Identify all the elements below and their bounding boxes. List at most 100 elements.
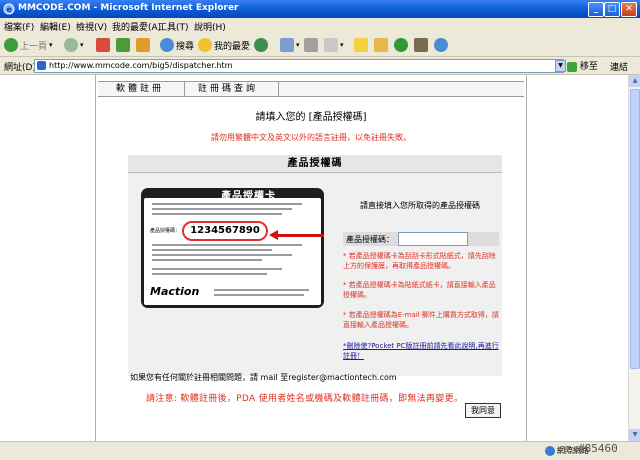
messenger-icon (434, 38, 448, 52)
maction-logo: Maction (150, 285, 200, 298)
language-warning: 請勿用繁體中文及英文以外的語言註冊，以免註冊失敗。 (211, 133, 411, 142)
back-arrow-icon (4, 38, 18, 52)
scroll-up-icon[interactable]: ▲ (629, 75, 640, 87)
menu-file[interactable]: 檔案(F) (4, 20, 34, 33)
window-title: MMCODE.COM - Microsoft Internet Explorer (18, 3, 239, 13)
stop-button[interactable] (96, 37, 110, 53)
card-text-line (152, 268, 282, 270)
maximize-button[interactable]: □ (604, 2, 620, 17)
tab-bar: 軟體註冊 註冊碼查詢 (98, 81, 524, 97)
research-button[interactable] (414, 37, 428, 53)
go-button[interactable]: 移至 (567, 59, 598, 72)
refresh-icon (116, 38, 130, 52)
back-button[interactable]: 上一頁 ▾ (4, 37, 53, 53)
watermark: #85460 (578, 442, 618, 455)
panel-title: 產品授權碼 (128, 155, 502, 173)
tab-code-lookup[interactable]: 註冊碼查詢 (198, 82, 258, 96)
code-label: 產品授權碼： (346, 235, 394, 244)
home-icon (136, 38, 150, 52)
note-sticker-card: * 若產品授權碼卡為貼紙式紙卡，請直接輸入產品授權碼。 (343, 281, 496, 299)
card-text-line (152, 273, 267, 275)
close-button[interactable]: ✕ (621, 2, 637, 17)
status-bar: 網際網路 (0, 441, 640, 460)
menu-favorites[interactable]: 我的最愛(A) (112, 20, 161, 33)
stop-icon (96, 38, 110, 52)
card-text-line (152, 249, 272, 251)
card-text-line (152, 244, 302, 246)
forward-arrow-icon (64, 38, 78, 52)
pocket-pc-help-link[interactable]: *刪除使?Pocket PC版註冊前請先看此說明,再進行註冊！ (343, 341, 503, 361)
discuss-button[interactable] (354, 37, 368, 53)
book-icon (414, 38, 428, 52)
printer-icon (304, 38, 318, 52)
clover-icon (394, 38, 408, 52)
tab-software-registration[interactable]: 軟體註冊 (116, 82, 164, 96)
svg-text:e: e (7, 5, 13, 14)
go-arrow-icon (567, 61, 577, 72)
note-email-purchase: * 若產品授權碼為E-mail 郵件上購買方式取得，請直接輸入產品授權碼。 (343, 311, 499, 329)
page-title: 請填入您的 [產品授權碼] (255, 112, 367, 123)
folder-button[interactable] (374, 37, 388, 53)
history-icon (254, 38, 268, 52)
tab-divider (184, 82, 185, 96)
favorites-button[interactable]: 我的最愛 (198, 37, 250, 53)
card-code-sample: 1234567890 (182, 221, 268, 241)
scroll-thumb[interactable] (630, 89, 640, 369)
final-warning: 請注意: 軟體註冊後，PDA 使用者姓名或機碼及軟體註冊碼，即無法再變更。 (146, 394, 464, 404)
address-bar: 網址(D) http://www.mmcode.com/big5/dispatc… (0, 57, 640, 75)
note-scratch-card: * 若產品授權碼卡為刮刮卡形式貼紙式，請先刮除上方的保護膜，再取得產品授權碼。 (343, 252, 496, 270)
messenger-button[interactable] (434, 37, 448, 53)
card-text-line (214, 294, 304, 296)
forward-button[interactable]: ▾ (64, 37, 84, 53)
history-button[interactable] (254, 37, 268, 53)
card-text-line (214, 289, 309, 291)
address-label: 網址(D) (4, 63, 36, 73)
mail-icon (280, 38, 294, 52)
print-button[interactable] (304, 37, 318, 53)
menu-help[interactable]: 說明(H) (194, 20, 226, 33)
search-button[interactable]: 搜尋 (160, 37, 194, 53)
links-button[interactable]: 連結 (610, 60, 628, 73)
menu-bar: 檔案(F) 編輯(E) 檢視(V) 我的最愛(A) 工具(T) 說明(H) (0, 18, 640, 35)
license-code-input[interactable] (398, 232, 468, 246)
registration-page: 軟體註冊 註冊碼查詢 請填入您的 [產品授權碼] 請勿用繁體中文及英文以外的語言… (95, 75, 527, 441)
arrow-head-icon (269, 230, 278, 240)
refresh-button[interactable] (116, 37, 130, 53)
card-text-line (152, 213, 282, 215)
title-bar: e MMCODE.COM - Microsoft Internet Explor… (0, 0, 640, 18)
search-icon (160, 38, 174, 52)
clover-button[interactable] (394, 37, 408, 53)
card-text-line (152, 254, 292, 256)
minimize-button[interactable]: _ (588, 2, 604, 17)
card-text-line (152, 208, 292, 210)
menu-tools[interactable]: 工具(T) (158, 20, 189, 33)
edit-button[interactable]: ▾ (324, 37, 344, 53)
license-panel: 產品授權碼 產品授權卡 產品授權碼： 1234567890 Maction 請直… (128, 155, 502, 376)
contact-text: 如果您有任何關於註冊相關問題，請 mail 至register@mactiont… (130, 373, 397, 382)
license-card-image: 產品授權卡 產品授權碼： 1234567890 Maction (141, 188, 324, 308)
card-text-line (152, 259, 262, 261)
address-dropdown-button[interactable]: ▼ (555, 60, 566, 72)
folder-icon (374, 38, 388, 52)
card-face: 產品授權碼： 1234567890 Maction (144, 198, 321, 305)
card-text-line (152, 203, 302, 205)
agree-button[interactable]: 我同意 (465, 403, 501, 418)
arrow-icon (277, 234, 324, 237)
star-icon (198, 38, 212, 52)
address-input[interactable]: http://www.mmcode.com/big5/dispatcher.ht… (34, 59, 564, 73)
scroll-down-icon[interactable]: ▼ (629, 429, 640, 441)
home-button[interactable] (136, 37, 150, 53)
code-row: 產品授權碼： (343, 232, 499, 246)
menu-view[interactable]: 檢視(V) (76, 20, 107, 33)
edit-icon (324, 38, 338, 52)
card-code-label: 產品授權碼： (150, 228, 181, 234)
page-content: 軟體註冊 註冊碼查詢 請填入您的 [產品授權碼] 請勿用繁體中文及英文以外的語言… (0, 75, 628, 441)
menu-edit[interactable]: 編輯(E) (40, 20, 71, 33)
mail-button[interactable]: ▾ (280, 37, 300, 53)
ie-icon: e (3, 3, 15, 15)
toolbar: 上一頁 ▾ ▾ 搜尋 我的最愛 ▾ ▾ (0, 34, 640, 57)
note-icon (354, 38, 368, 52)
vertical-scrollbar[interactable]: ▲ ▼ (628, 75, 640, 441)
globe-icon (545, 445, 555, 456)
entry-instruction: 請直接填入您所取得的產品授權碼 (360, 201, 480, 210)
